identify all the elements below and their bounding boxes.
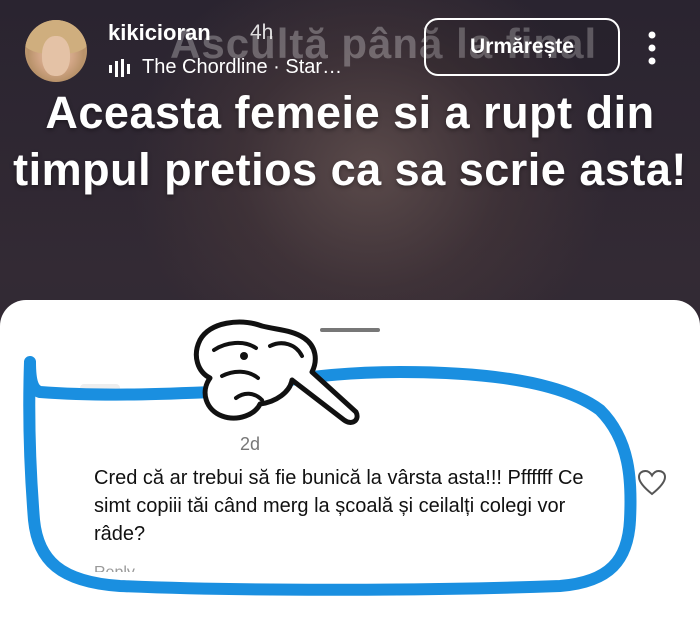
heart-icon[interactable] <box>638 470 666 496</box>
story-header: kikicioran 4h The Chordline · Star… Urmă… <box>0 0 700 96</box>
music-bars-icon <box>109 58 130 77</box>
music-info[interactable]: The Chordline · Star… <box>108 56 342 79</box>
story-headline: Aceasta femeie si a rupt din timpul pret… <box>13 87 687 195</box>
comment-time: 2d <box>240 434 261 454</box>
reply-button[interactable]: Reply <box>94 564 135 572</box>
follow-button[interactable]: Urmărește <box>424 18 620 76</box>
username[interactable]: kikicioran <box>108 20 211 46</box>
sheet-grabber[interactable] <box>320 328 380 332</box>
comment-text: Cred că ar trebui să fie bunică la vârst… <box>94 467 584 545</box>
music-label: The Chordline · Star… <box>142 56 343 78</box>
more-options-icon[interactable] <box>640 30 664 66</box>
story-time: 4h <box>250 21 274 44</box>
avatar[interactable] <box>25 20 87 82</box>
commenter-name-placeholder <box>80 384 120 394</box>
comment-sheet <box>0 300 700 620</box>
